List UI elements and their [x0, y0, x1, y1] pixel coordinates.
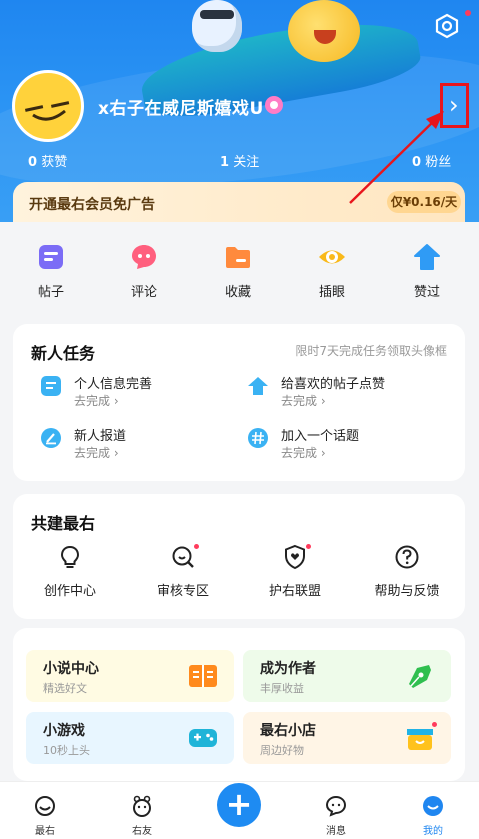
action-comments-label: 评论: [130, 285, 157, 300]
stat-likes-label: 获赞: [41, 155, 68, 170]
tool-creator-center[interactable]: 创作中心: [25, 544, 115, 599]
fountain-pen-icon: [409, 665, 431, 688]
task-status[interactable]: 去完成 ›: [281, 444, 326, 461]
pen-icon: [41, 428, 61, 448]
tasks-subtitle: 限时7天完成任务领取头像框: [295, 344, 447, 358]
action-favorites[interactable]: 收藏: [208, 242, 268, 300]
stat-following-label: 关注: [233, 155, 260, 170]
tool-label: 护右联盟: [268, 584, 321, 599]
nav-label: 右友: [132, 826, 152, 837]
nav-messages[interactable]: 消息: [306, 795, 366, 837]
tool-guardian-alliance[interactable]: 护右联盟: [250, 544, 340, 599]
tasks-title: 新人任务: [31, 344, 96, 363]
community-build-card: 共建最右 创作中心 审核专区 护右联盟 帮助与反馈: [13, 494, 465, 619]
friends-icon: [133, 795, 151, 817]
nav-home[interactable]: 最右: [15, 795, 75, 837]
chevron-right-icon: ›: [449, 91, 459, 119]
lightbulb-icon: [60, 545, 80, 568]
action-liked[interactable]: 赞过: [397, 242, 457, 300]
task-name: 个人信息完善: [74, 377, 153, 392]
hashtag-icon: [248, 428, 268, 448]
mascot-white-illustration: [192, 0, 242, 52]
shop-icon: [407, 729, 433, 750]
tile-shop[interactable]: 最右小店 周边好物: [243, 712, 451, 764]
task-name: 给喜欢的帖子点赞: [281, 377, 386, 392]
notification-dot: [432, 722, 437, 727]
action-comments[interactable]: 评论: [114, 242, 174, 300]
nav-label: 消息: [326, 826, 346, 837]
stat-likes-count: 0: [28, 155, 38, 170]
vip-promo-text: 开通最右会员免广告: [29, 197, 155, 213]
nav-label: 最右: [35, 826, 55, 837]
post-icon: [39, 245, 63, 269]
task-item[interactable]: 加入一个话题 去完成 ›: [247, 425, 447, 463]
action-favorites-label: 收藏: [224, 285, 251, 300]
stat-likes[interactable]: 0 获赞: [28, 151, 67, 170]
nav-friends[interactable]: 右友: [112, 795, 172, 837]
action-bookmarks-label: 插眼: [318, 285, 345, 300]
task-status[interactable]: 去完成 ›: [74, 444, 119, 461]
tile-subtitle: 精选好文: [43, 682, 87, 695]
home-face-icon: [35, 796, 55, 816]
action-bookmarks[interactable]: 插眼: [302, 242, 362, 300]
tile-subtitle: 10秒上头: [43, 744, 90, 757]
message-icon: [325, 795, 347, 817]
stat-following-count: 1: [220, 155, 230, 170]
notification-dot: [194, 544, 199, 549]
nav-label: 我的: [423, 826, 443, 837]
task-status[interactable]: 去完成 ›: [281, 392, 326, 409]
tool-label: 创作中心: [43, 584, 96, 599]
new-user-tasks-card: 新人任务 限时7天完成任务领取头像框 个人信息完善 去完成 › 给喜欢的帖子点赞…: [13, 324, 465, 481]
action-liked-label: 赞过: [413, 285, 440, 300]
eye-icon: [319, 250, 345, 264]
folder-icon: [226, 247, 250, 268]
annotation-arrow-icon: [349, 111, 444, 204]
gamepad-icon: [189, 729, 217, 747]
me-icon: [423, 796, 443, 816]
tool-help-feedback[interactable]: 帮助与反馈: [362, 544, 452, 599]
task-item[interactable]: 个人信息完善 去完成 ›: [40, 373, 230, 411]
thumb-up-icon: [414, 244, 440, 270]
tool-review-zone[interactable]: 审核专区: [138, 544, 228, 599]
avatar-face-icon: [24, 101, 70, 121]
tile-subtitle: 周边好物: [260, 744, 304, 757]
create-post-button[interactable]: +: [217, 783, 261, 827]
comment-icon: [132, 245, 156, 269]
task-item[interactable]: 给喜欢的帖子点赞 去完成 ›: [247, 373, 447, 411]
tile-mini-games[interactable]: 小游戏 10秒上头: [26, 712, 234, 764]
tool-label: 帮助与反馈: [374, 584, 440, 599]
nav-me[interactable]: 我的: [403, 795, 463, 837]
profile-doc-icon: [41, 376, 61, 396]
tool-label: 审核专区: [156, 584, 209, 599]
action-posts[interactable]: 帖子: [21, 242, 81, 300]
build-title: 共建最右: [31, 514, 96, 533]
stat-following[interactable]: 1 关注: [220, 151, 259, 170]
tile-subtitle: 丰厚收益: [260, 682, 304, 695]
tile-title: 最右小店: [260, 723, 316, 739]
shield-heart-icon: [285, 544, 305, 570]
settings-hexagon-icon[interactable]: [434, 13, 460, 39]
task-name: 加入一个话题: [281, 429, 360, 444]
services-card: 小说中心 精选好文 成为作者 丰厚收益 小游戏 10秒上头 最右小店 周边好物: [13, 628, 465, 781]
tile-novel-center[interactable]: 小说中心 精选好文: [26, 650, 234, 702]
avatar[interactable]: [12, 70, 84, 142]
notification-dot: [306, 544, 311, 549]
tile-become-author[interactable]: 成为作者 丰厚收益: [243, 650, 451, 702]
task-status[interactable]: 去完成 ›: [74, 392, 119, 409]
task-item[interactable]: 新人报道 去完成 ›: [40, 425, 230, 463]
mascot-yellow-illustration: [288, 0, 360, 62]
tile-title: 小说中心: [43, 661, 99, 677]
tile-title: 小游戏: [43, 723, 85, 739]
book-icon: [189, 665, 217, 687]
vip-badge-icon[interactable]: [265, 96, 283, 114]
settings-notification-dot: [465, 10, 471, 16]
quick-actions: 帖子 评论 收藏 插眼 赞过: [0, 222, 479, 316]
tile-title: 成为作者: [260, 661, 316, 677]
help-icon: [395, 545, 419, 569]
review-search-icon: [172, 546, 194, 568]
task-name: 新人报道: [74, 429, 127, 444]
action-posts-label: 帖子: [37, 285, 64, 300]
username[interactable]: x右子在威尼斯嬉戏U: [98, 94, 264, 119]
like-up-icon: [248, 377, 268, 395]
